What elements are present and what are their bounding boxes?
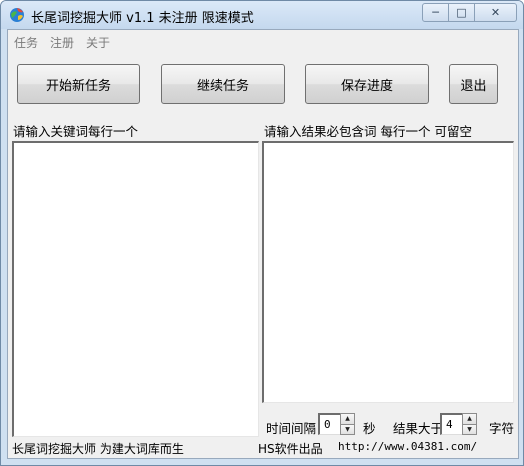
result-min-label: 结果大于: [393, 421, 444, 436]
interval-label: 时间间隔: [266, 421, 317, 436]
interval-arrows[interactable]: ▲ ▼: [340, 413, 355, 435]
result-min-down-arrow-icon[interactable]: ▼: [462, 424, 477, 435]
client-area: 任务 注册 关于 开始新任务 继续任务 保存进度 退出 请输入关键词每行一个 请…: [7, 29, 519, 459]
menu-register[interactable]: 注册: [44, 30, 80, 50]
interval-down-arrow-icon[interactable]: ▼: [340, 424, 355, 435]
exit-button[interactable]: 退出: [449, 64, 498, 104]
required-words-label: 请输入结果必包含词 每行一个 可留空: [264, 124, 472, 139]
keywords-textarea[interactable]: [12, 141, 259, 437]
save-progress-button[interactable]: 保存进度: [305, 64, 429, 104]
menu-task[interactable]: 任务: [8, 30, 44, 50]
interval-spinner[interactable]: 0 ▲ ▼: [318, 413, 355, 435]
status-bar: 长尾词挖掘大师 为建大词库而生 HS软件出品 http://www.04381.…: [8, 438, 518, 458]
title-bar[interactable]: 长尾词挖掘大师 v1.1 未注册 限速模式 ─ □ ✕: [1, 1, 523, 29]
close-button[interactable]: ✕: [475, 3, 517, 22]
result-min-unit: 字符: [489, 421, 515, 436]
maximize-button[interactable]: □: [449, 3, 475, 22]
keywords-label: 请输入关键词每行一个: [13, 124, 139, 139]
required-words-textarea[interactable]: [262, 141, 514, 403]
result-min-arrows[interactable]: ▲ ▼: [462, 413, 477, 435]
colorful-globe-icon: [10, 8, 24, 22]
status-publisher: HS软件出品: [258, 442, 323, 456]
minimize-button[interactable]: ─: [422, 3, 449, 22]
interval-value[interactable]: 0: [318, 413, 340, 435]
app-window: 长尾词挖掘大师 v1.1 未注册 限速模式 ─ □ ✕ 任务 注册 关于 开始新…: [0, 0, 524, 466]
interval-up-arrow-icon[interactable]: ▲: [340, 413, 355, 425]
menu-bar: 任务 注册 关于: [8, 30, 518, 50]
status-slogan: 长尾词挖掘大师 为建大词库而生: [12, 442, 184, 456]
menu-about[interactable]: 关于: [80, 30, 116, 50]
result-min-spinner[interactable]: 4 ▲ ▼: [440, 413, 477, 435]
window-title: 长尾词挖掘大师 v1.1 未注册 限速模式: [31, 11, 254, 26]
caption-buttons: ─ □ ✕: [422, 3, 517, 22]
result-min-value[interactable]: 4: [440, 413, 462, 435]
continue-task-button[interactable]: 继续任务: [161, 64, 285, 104]
result-min-up-arrow-icon[interactable]: ▲: [462, 413, 477, 425]
start-new-task-button[interactable]: 开始新任务: [17, 64, 140, 104]
interval-unit: 秒: [363, 421, 376, 436]
status-url[interactable]: http://www.04381.com/: [338, 440, 477, 453]
